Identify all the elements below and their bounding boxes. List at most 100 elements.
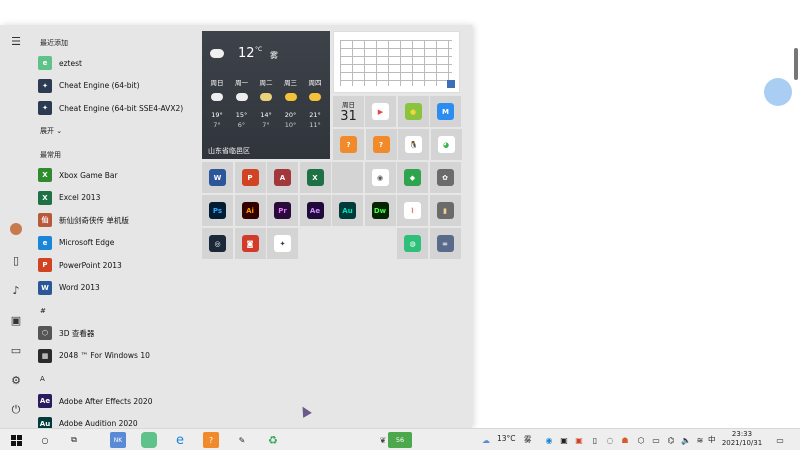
app-list-item[interactable]: 仙新仙剑奇侠传 单机版 [38, 210, 198, 230]
app-list-item[interactable]: e eztest [38, 53, 198, 73]
tray-app-icon[interactable]: ◉ [541, 432, 557, 448]
hamburger-menu-icon[interactable]: ☰ [8, 33, 24, 49]
app-tile[interactable]: 🐧 [398, 129, 429, 160]
cheat-engine-icon: ✦ [274, 235, 291, 252]
app-tile[interactable]: ◙ [234, 228, 266, 259]
documents-icon[interactable]: ▯ [8, 252, 24, 268]
recycle-app-icon[interactable]: ♻ [265, 432, 281, 448]
tray-app-icon[interactable]: ⬡ [633, 432, 649, 448]
game-app-icon[interactable]: ? [203, 432, 219, 448]
music-icon[interactable]: ♪ [8, 282, 24, 298]
app-tile[interactable]: ▶ [365, 96, 396, 127]
tray-app-icon[interactable]: ▣ [556, 432, 572, 448]
app-tile[interactable]: ◍ [397, 228, 428, 259]
app-tile[interactable]: W [202, 162, 233, 193]
app-tile[interactable]: Pr [267, 195, 298, 226]
tray-app-icon[interactable]: ◌ [602, 432, 618, 448]
app-tile[interactable]: M [430, 96, 461, 127]
app-list-item[interactable]: X Xbox Game Bar [38, 165, 198, 185]
app-list-item[interactable]: X Excel 2013 [38, 188, 198, 208]
weather-tile[interactable]: 12 °C 雾 周日 19° 7° 周一 15° 6° 周二 14° 7° 周三 20° 10° 周四 2… [202, 31, 330, 159]
app-list-item[interactable]: ⬡ 3D 查看器 [38, 323, 198, 343]
app-tile[interactable]: ⌇ [397, 195, 428, 226]
app-list-item[interactable]: Ae Adobe After Effects 2020 [38, 391, 198, 411]
forecast-day: 周二 [259, 79, 273, 87]
app-tile[interactable]: ◎ [202, 228, 233, 259]
wifi-icon[interactable]: ≋ [692, 432, 708, 448]
2048-icon: ▦ [38, 348, 52, 363]
app-label: Microsoft Edge [59, 238, 115, 247]
app-tile[interactable]: A [267, 162, 298, 193]
app-label: Excel 2013 [59, 193, 101, 202]
app-tile[interactable]: Ae [299, 195, 331, 226]
app-tile[interactable]: ▮ [429, 195, 461, 226]
tray-app-icon[interactable]: ▣ [571, 432, 587, 448]
app-tile[interactable]: ✦ [267, 228, 298, 259]
app-tile[interactable]: ◆ [397, 162, 428, 193]
videos-icon[interactable]: ▭ [8, 342, 24, 358]
expand-link[interactable]: 展开 ⌄ [40, 126, 62, 136]
calendar-day: 周日 [342, 101, 355, 109]
system-clock[interactable]: 23:33 2021/10/31 [716, 430, 768, 448]
tray-app-icon[interactable]: ▯ [587, 432, 603, 448]
after-effects-icon: Ae [306, 202, 324, 219]
3d-viewer-icon: ⬡ [38, 326, 52, 340]
paint-app-icon[interactable]: ✎ [234, 432, 250, 448]
app-tile[interactable]: ? [365, 129, 397, 160]
app-list-item[interactable]: e Microsoft Edge [38, 233, 198, 253]
dreamweaver-icon: Dw [371, 202, 389, 219]
nk-app-icon[interactable]: NK [110, 432, 126, 448]
forecast-high: 14° [260, 111, 272, 119]
floating-assistant-button[interactable] [764, 78, 792, 106]
app-list-item[interactable]: ✦ Cheat Engine (64-bit SSE4-AVX2) [38, 98, 198, 118]
settings-icon[interactable]: ⚙ [8, 372, 24, 388]
battery-indicator[interactable]: 56 [388, 432, 412, 448]
scrollbar[interactable] [794, 48, 798, 80]
app-label: Word 2013 [59, 283, 100, 292]
network-icon[interactable]: ⌬ [663, 432, 679, 448]
power-icon[interactable]: ⏻ [8, 402, 24, 418]
app-list-item[interactable]: Au Adobe Audition 2020 [38, 414, 198, 428]
app-tile[interactable]: Au [332, 195, 363, 226]
app-tile[interactable]: Ai [234, 195, 266, 226]
taskbar-weather-cond[interactable]: 雾 [524, 434, 532, 445]
app-tile[interactable]: P [234, 162, 266, 193]
weather-cloud-icon[interactable]: ☁ [478, 432, 494, 448]
app-list-item[interactable]: ▦ 2048 ™ For Windows 10 [38, 346, 198, 366]
app-tile[interactable]: ◉ [364, 162, 396, 193]
photoshop-icon: Ps [209, 202, 226, 219]
photo-tile[interactable] [333, 31, 460, 93]
app-list-item[interactable]: W Word 2013 [38, 278, 198, 298]
notification-icon[interactable]: ▭ [772, 432, 788, 448]
app-tile[interactable]: ∞ [429, 228, 461, 259]
app-tile[interactable]: ● [397, 96, 429, 127]
app-tile[interactable]: Ps [202, 195, 233, 226]
app-list-item[interactable]: ✦ Cheat Engine (64-bit) [38, 76, 198, 96]
app-tile[interactable] [332, 162, 363, 193]
illustrator-icon: Ai [241, 202, 259, 219]
pictures-icon[interactable]: ▣ [8, 312, 24, 328]
edge-icon[interactable]: e [172, 432, 188, 448]
tray-app-icon[interactable]: ☗ [617, 432, 633, 448]
tray-app-icon[interactable]: ▭ [648, 432, 664, 448]
app-tile[interactable]: X [299, 162, 331, 193]
taskbar: ○ ⧉ NK e ? ✎ ♻ ❦ 56 ☁ 13°C 雾 ◉ ▣ ▣ ▯ ◌ ☗… [0, 428, 800, 450]
task-view-icon[interactable]: ⧉ [66, 432, 82, 448]
xbox-game-bar-icon: X [38, 168, 52, 182]
app-list-item[interactable]: P PowerPoint 2013 [38, 255, 198, 275]
eztest-icon: e [38, 56, 52, 70]
forecast-low: 7° [262, 121, 270, 129]
camera-icon: ◉ [371, 169, 389, 186]
weather-temp: 12 [238, 46, 255, 61]
app-tile[interactable]: ◕ [430, 129, 462, 160]
user-avatar[interactable] [8, 221, 24, 237]
taskbar-weather-temp[interactable]: 13°C [497, 434, 516, 443]
windows-start-icon[interactable] [8, 432, 24, 448]
search-icon[interactable]: ○ [37, 432, 53, 448]
calendar-tile[interactable]: 周日 31 [333, 96, 364, 127]
ime-indicator[interactable]: 中 [708, 434, 716, 445]
eztest-icon[interactable] [141, 432, 157, 448]
app-tile[interactable]: ✿ [429, 162, 461, 193]
app-tile[interactable]: ? [333, 129, 364, 160]
app-tile[interactable]: Dw [364, 195, 396, 226]
